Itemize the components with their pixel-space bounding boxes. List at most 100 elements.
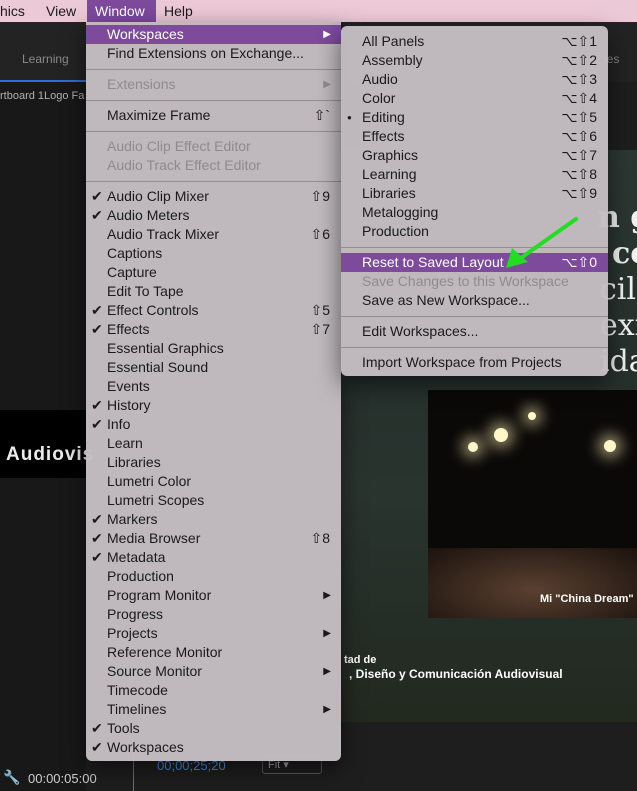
shortcut-label: ⇧5	[310, 302, 330, 318]
menu-item-label: Progress	[107, 606, 164, 622]
menu-item-label: Effects	[107, 321, 150, 337]
window-menu-item-history[interactable]: ✔ History	[86, 396, 341, 415]
window-menu-item-metadata[interactable]: ✔ Metadata	[86, 548, 341, 567]
window-menu-item-lumetri-color[interactable]: Lumetri Color	[86, 472, 341, 491]
menu-item-label: Save as New Workspace...	[362, 292, 530, 308]
submenu-arrow-icon: ▶	[323, 666, 331, 677]
menu-item-label: Learn	[107, 435, 143, 451]
menu-item-label: Workspaces	[107, 26, 184, 42]
video-title-text: co	[612, 236, 637, 271]
window-menu-item-lumetri-scopes[interactable]: Lumetri Scopes	[86, 491, 341, 510]
faculty-line-2: , Diseño y Comunicación Audiovisual	[349, 667, 563, 681]
workspace-item-save-changes-to-this-workspace: Save Changes to this Workspace	[341, 272, 608, 291]
workspace-item-import-workspace-from-projects[interactable]: Import Workspace from Projects	[341, 353, 608, 372]
menu-item-label: Tools	[107, 720, 140, 736]
menu-item-label: Lumetri Scopes	[107, 492, 205, 508]
window-menu-item-markers[interactable]: ✔ Markers	[86, 510, 341, 529]
bokeh-light	[604, 440, 616, 452]
menu-item-label: History	[107, 397, 151, 413]
menu-item-label: Assembly	[362, 52, 423, 68]
tab-learning[interactable]: Learning	[22, 52, 69, 66]
shortcut-label: ⇧`	[313, 107, 330, 123]
window-menu-item-libraries[interactable]: Libraries	[86, 453, 341, 472]
workspace-item-libraries[interactable]: Libraries ⌥⇧9	[341, 184, 608, 203]
window-menu-item-audio-clip-effect-editor: Audio Clip Effect Editor	[86, 137, 341, 156]
menu-item-label: Find Extensions on Exchange...	[107, 45, 304, 61]
menu-item-label: Essential Sound	[107, 359, 209, 375]
workspace-item-edit-workspaces[interactable]: Edit Workspaces...	[341, 322, 608, 341]
window-menu-item-audio-track-mixer[interactable]: Audio Track Mixer ⇧6	[86, 225, 341, 244]
menu-item-label: Program Monitor	[107, 587, 212, 603]
window-menu-item-capture[interactable]: Capture	[86, 263, 341, 282]
window-menu-item-timelines[interactable]: Timelines ▶	[86, 700, 341, 719]
menu-item-label: Edit Workspaces...	[362, 323, 479, 339]
window-menu-item-edit-to-tape[interactable]: Edit To Tape	[86, 282, 341, 301]
shortcut-label: ⌥⇧2	[561, 52, 597, 68]
submenu-arrow-icon: ▶	[323, 29, 331, 40]
window-menu-item-production[interactable]: Production	[86, 567, 341, 586]
menu-item-label: Timelines	[107, 701, 167, 717]
menu-item-label: Projects	[107, 625, 158, 641]
shortcut-label: ⌥⇧8	[561, 166, 597, 182]
window-menu-item-events[interactable]: Events	[86, 377, 341, 396]
checkmark-icon: ✔	[91, 397, 103, 413]
window-menu-item-essential-sound[interactable]: Essential Sound	[86, 358, 341, 377]
workspace-item-assembly[interactable]: Assembly ⌥⇧2	[341, 51, 608, 70]
window-menu-item-learn[interactable]: Learn	[86, 434, 341, 453]
window-menu-item-audio-meters[interactable]: ✔ Audio Meters	[86, 206, 341, 225]
faculty-line-1: tad de	[344, 654, 377, 666]
menu-item-label: All Panels	[362, 33, 425, 49]
workspace-item-all-panels[interactable]: All Panels ⌥⇧1	[341, 32, 608, 51]
menu-item-label: Audio Track Mixer	[107, 226, 220, 242]
shortcut-label: ⇧8	[310, 530, 330, 546]
menu-graphics[interactable]: hics	[0, 0, 33, 22]
menu-separator	[341, 347, 608, 348]
window-menu-item-find-extensions-on-exchange[interactable]: Find Extensions on Exchange...	[86, 44, 341, 63]
menu-window[interactable]: Window	[87, 0, 156, 22]
shortcut-label: ⌥⇧3	[561, 71, 597, 87]
menu-item-label: Timecode	[107, 682, 168, 698]
menu-item-label: Learning	[362, 166, 417, 182]
menu-item-label: Source Monitor	[107, 663, 202, 679]
menu-item-label: Maximize Frame	[107, 107, 211, 123]
menu-item-label: Libraries	[362, 185, 416, 201]
workspace-item-learning[interactable]: Learning ⌥⇧8	[341, 165, 608, 184]
checkmark-icon: ✔	[91, 321, 103, 337]
menu-separator	[86, 131, 341, 132]
window-menu-item-effect-controls[interactable]: ✔ Effect Controls ⇧5	[86, 301, 341, 320]
window-menu-item-timecode[interactable]: Timecode	[86, 681, 341, 700]
menu-item-label: Audio Clip Mixer	[107, 188, 209, 204]
window-menu-item-info[interactable]: ✔ Info	[86, 415, 341, 434]
window-menu-item-extensions: Extensions ▶	[86, 75, 341, 94]
window-menu-item-projects[interactable]: Projects ▶	[86, 624, 341, 643]
window-menu-item-workspaces[interactable]: ✔ Workspaces	[86, 738, 341, 757]
timecode-display[interactable]: 00:00:05:00	[28, 771, 97, 786]
window-menu-item-maximize-frame[interactable]: Maximize Frame ⇧`	[86, 106, 341, 125]
menu-help[interactable]: Help	[156, 0, 201, 22]
window-menu-item-captions[interactable]: Captions	[86, 244, 341, 263]
workspace-item-audio[interactable]: Audio ⌥⇧3	[341, 70, 608, 89]
window-menu-item-progress[interactable]: Progress	[86, 605, 341, 624]
window-menu-item-workspaces[interactable]: Workspaces ▶	[86, 25, 341, 44]
window-menu-item-media-browser[interactable]: ✔ Media Browser ⇧8	[86, 529, 341, 548]
menu-view[interactable]: View	[38, 0, 84, 22]
workspace-item-save-as-new-workspace[interactable]: Save as New Workspace...	[341, 291, 608, 310]
thumbnail-title: Audiovis	[6, 444, 95, 465]
workspace-item-editing[interactable]: ● Editing ⌥⇧5	[341, 108, 608, 127]
checkmark-icon: ✔	[91, 188, 103, 204]
window-menu-item-reference-monitor[interactable]: Reference Monitor	[86, 643, 341, 662]
window-menu-item-tools[interactable]: ✔ Tools	[86, 719, 341, 738]
window-menu-item-program-monitor[interactable]: Program Monitor ▶	[86, 586, 341, 605]
workspace-item-effects[interactable]: Effects ⌥⇧6	[341, 127, 608, 146]
menu-item-label: Production	[107, 568, 174, 584]
window-menu-item-source-monitor[interactable]: Source Monitor ▶	[86, 662, 341, 681]
window-menu-item-audio-clip-mixer[interactable]: ✔ Audio Clip Mixer ⇧9	[86, 187, 341, 206]
menu-item-label: Libraries	[107, 454, 161, 470]
window-menu-item-essential-graphics[interactable]: Essential Graphics	[86, 339, 341, 358]
workspace-item-color[interactable]: Color ⌥⇧4	[341, 89, 608, 108]
submenu-arrow-icon: ▶	[323, 628, 331, 639]
shortcut-label: ⌥⇧5	[561, 109, 597, 125]
wrench-icon[interactable]: 🔧	[3, 769, 20, 786]
workspace-item-graphics[interactable]: Graphics ⌥⇧7	[341, 146, 608, 165]
window-menu-item-effects[interactable]: ✔ Effects ⇧7	[86, 320, 341, 339]
